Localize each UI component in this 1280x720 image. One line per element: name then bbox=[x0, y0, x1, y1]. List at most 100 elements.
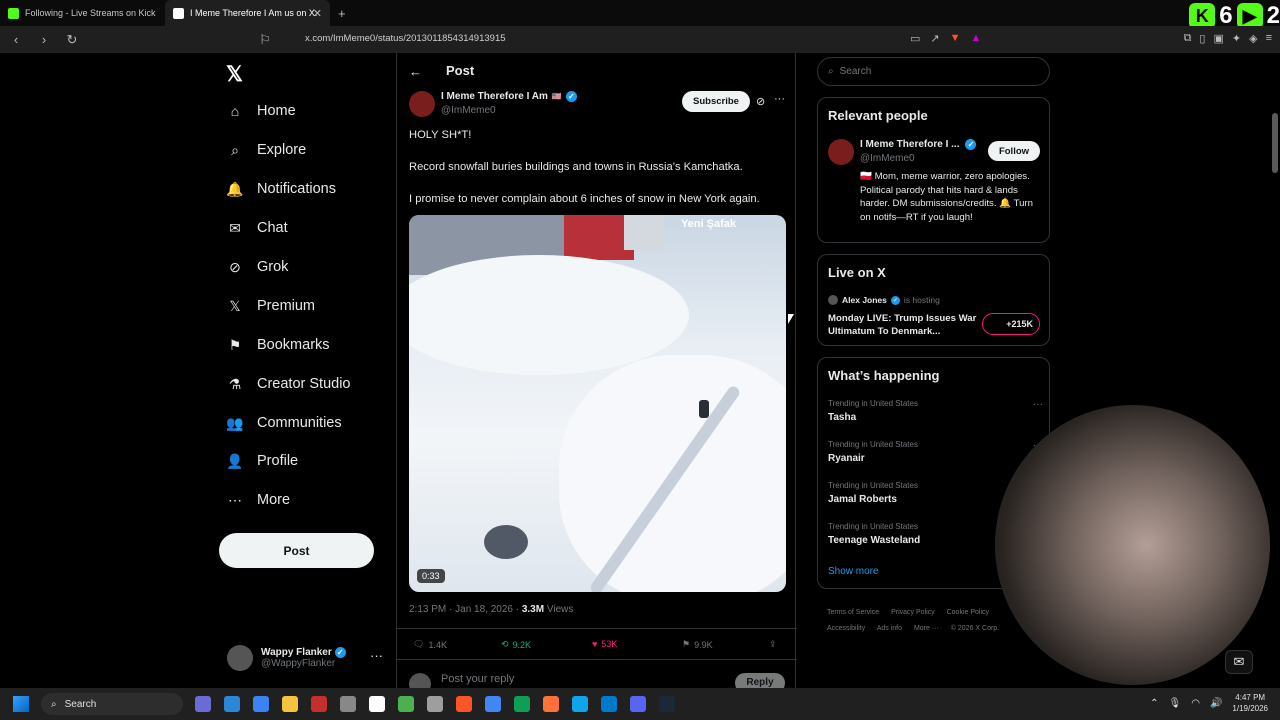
mouse-cursor-icon bbox=[788, 314, 794, 324]
extensions-icon[interactable]: ⧉ bbox=[1184, 32, 1192, 45]
relevant-name[interactable]: I Meme Therefore I ... ✓ bbox=[860, 139, 977, 150]
tab-label: I Meme Therefore I Am us on X: bbox=[190, 8, 318, 18]
sidebar-item-home[interactable]: ⌂ Home bbox=[227, 103, 296, 119]
vscode-icon[interactable] bbox=[601, 696, 617, 712]
x-logo-icon[interactable]: 𝕏 bbox=[226, 62, 243, 87]
author-avatar[interactable] bbox=[409, 91, 435, 117]
live-host[interactable]: Alex Jones ✓ is hosting bbox=[828, 295, 940, 305]
url-field[interactable]: x.com/ImMeme0/status/2013011854314913915 bbox=[305, 33, 506, 44]
sidebar-item-label: More bbox=[257, 492, 291, 508]
leo-icon[interactable]: ✦ bbox=[1232, 32, 1241, 45]
more-dots-icon[interactable]: ··· bbox=[1033, 399, 1043, 410]
like-button[interactable]: ♥ 53K bbox=[592, 639, 617, 649]
edge-icon[interactable] bbox=[514, 696, 530, 712]
more-dots-icon[interactable]: ··· bbox=[774, 93, 785, 105]
wifi-icon[interactable]: ◠ bbox=[1191, 698, 1200, 709]
live-listener-count[interactable]: +215K bbox=[982, 313, 1040, 335]
back-nav-icon[interactable]: ‹ bbox=[6, 32, 26, 47]
sidebar-item-bookmarks[interactable]: ⚑ Bookmarks bbox=[227, 337, 330, 354]
footer-link[interactable]: Privacy Policy bbox=[891, 609, 935, 616]
app-icon[interactable] bbox=[311, 696, 327, 712]
footer-link[interactable]: Cookie Policy bbox=[947, 609, 989, 616]
menu-icon[interactable]: ≡ bbox=[1266, 32, 1272, 45]
steam-icon[interactable] bbox=[659, 696, 675, 712]
footer-link[interactable]: More ··· bbox=[914, 625, 939, 632]
show-more-link[interactable]: Show more bbox=[828, 566, 879, 577]
messages-fab-icon[interactable]: ✉ bbox=[1225, 650, 1253, 674]
firefox-icon[interactable] bbox=[543, 696, 559, 712]
footer-link[interactable]: Terms of Service bbox=[827, 609, 879, 616]
windows-start-icon[interactable] bbox=[13, 696, 29, 712]
new-tab-button[interactable]: + bbox=[330, 6, 354, 21]
chevron-up-icon[interactable]: ⌃ bbox=[1150, 698, 1158, 709]
reply-input[interactable]: Post your reply bbox=[441, 673, 514, 685]
app-icon[interactable] bbox=[195, 696, 211, 712]
sidebar-item-creator-studio[interactable]: ⚗ Creator Studio bbox=[227, 376, 351, 393]
subscribe-button[interactable]: Subscribe bbox=[682, 91, 750, 112]
forward-nav-icon[interactable]: › bbox=[34, 32, 54, 47]
sidebar-item-notifications[interactable]: 🔔 Notifications bbox=[226, 181, 336, 198]
sidebar-item-chat[interactable]: ✉ Chat bbox=[227, 220, 288, 237]
app-icon[interactable] bbox=[340, 696, 356, 712]
follow-button[interactable]: Follow bbox=[988, 141, 1040, 161]
verified-badge-icon: ✓ bbox=[334, 647, 346, 658]
tab-x-post[interactable]: I Meme Therefore I Am us on X: ✕ bbox=[165, 0, 330, 26]
sidebar-item-grok[interactable]: ⊘ Grok bbox=[227, 259, 288, 276]
brave-shield-icon[interactable]: ▼ bbox=[950, 32, 961, 45]
discord-icon[interactable] bbox=[630, 696, 646, 712]
sidebar-toggle-icon[interactable]: ▯ bbox=[1199, 32, 1205, 45]
volume-icon[interactable]: 🔊 bbox=[1210, 698, 1222, 709]
file-explorer-icon[interactable] bbox=[282, 696, 298, 712]
vpn-icon[interactable]: ◈ bbox=[1249, 32, 1257, 45]
live-title[interactable]: Monday LIVE: Trump Issues War Ultimatum … bbox=[828, 312, 978, 338]
sidebar-item-communities[interactable]: 👥 Communities bbox=[226, 415, 341, 432]
repost-button[interactable]: ⟲ 9.2K bbox=[501, 639, 531, 650]
x-premium-icon: 𝕏 bbox=[229, 297, 241, 314]
video-player[interactable]: Yeni Şafak 0:33 bbox=[409, 215, 786, 592]
sidebar-item-premium[interactable]: 𝕏 Premium bbox=[227, 297, 315, 315]
trend-item[interactable]: Trending in United States Ryanair ··· bbox=[828, 440, 1043, 464]
sidebar-item-profile[interactable]: 👤 Profile bbox=[226, 453, 298, 470]
clock[interactable]: 4:47 PM 1/19/2026 bbox=[1232, 692, 1268, 714]
post-button[interactable]: Post bbox=[219, 533, 374, 568]
app-icon[interactable] bbox=[369, 696, 385, 712]
share-icon[interactable]: ↗ bbox=[930, 32, 939, 45]
tab-kick[interactable]: Following - Live Streams on Kick bbox=[0, 0, 165, 26]
brave-rewards-icon[interactable]: ▲ bbox=[971, 32, 982, 45]
app-icon[interactable] bbox=[224, 696, 240, 712]
sidebar-item-more[interactable]: ⋯ More bbox=[227, 492, 291, 509]
sidebar-item-explore[interactable]: ⌕ Explore bbox=[227, 142, 306, 159]
author-handle[interactable]: @ImMeme0 bbox=[441, 105, 496, 116]
grok-explain-icon[interactable]: ⊘ bbox=[756, 95, 765, 108]
back-arrow-icon[interactable]: ← bbox=[409, 64, 422, 79]
footer-link[interactable]: Ads info bbox=[877, 625, 902, 632]
taskbar-search[interactable]: ⌕ Search bbox=[41, 693, 183, 715]
reply-submit-button[interactable]: Reply bbox=[735, 673, 785, 688]
footer-link[interactable]: Accessibility bbox=[827, 625, 865, 632]
account-switcher[interactable]: Wappy Flanker ✓ @WappyFlanker ··· bbox=[227, 643, 387, 673]
wallet-icon[interactable]: ▣ bbox=[1213, 32, 1223, 45]
bookmark-button[interactable]: ⚑ 9.9K bbox=[682, 639, 713, 650]
brave-icon[interactable] bbox=[456, 696, 472, 712]
app-icon[interactable] bbox=[253, 696, 269, 712]
page-scrollbar[interactable] bbox=[1272, 113, 1278, 173]
avatar[interactable] bbox=[828, 139, 854, 165]
app-icon[interactable] bbox=[398, 696, 414, 712]
system-tray: ⌃ 🎙 ◠ 🔊 4:47 PM 1/19/2026 bbox=[1150, 692, 1268, 714]
trend-item[interactable]: Trending in United States Tasha ··· bbox=[828, 399, 1043, 423]
app-icon[interactable] bbox=[427, 696, 443, 712]
bookmark-page-icon[interactable]: ⚐ bbox=[255, 32, 275, 48]
author-name[interactable]: I Meme Therefore I Am 🇺🇸 ✓ bbox=[441, 91, 577, 102]
reply-button[interactable]: 🗨 1.4K bbox=[413, 639, 447, 650]
search-input[interactable]: ⌕ Search bbox=[817, 57, 1050, 86]
share-button[interactable]: ⇪ bbox=[769, 639, 777, 650]
post-timestamp[interactable]: 2:13 PM · Jan 18, 2026 · bbox=[409, 604, 522, 615]
reload-icon[interactable]: ↻ bbox=[62, 32, 82, 48]
cast-icon[interactable]: ▭ bbox=[910, 32, 920, 45]
close-tab-icon[interactable]: ✕ bbox=[313, 7, 322, 20]
app-icon[interactable] bbox=[572, 696, 588, 712]
relevant-handle[interactable]: @ImMeme0 bbox=[860, 153, 915, 164]
more-dots-icon[interactable]: ··· bbox=[370, 648, 383, 663]
mic-icon[interactable]: 🎙 bbox=[1169, 698, 1182, 709]
chrome-icon[interactable] bbox=[485, 696, 501, 712]
